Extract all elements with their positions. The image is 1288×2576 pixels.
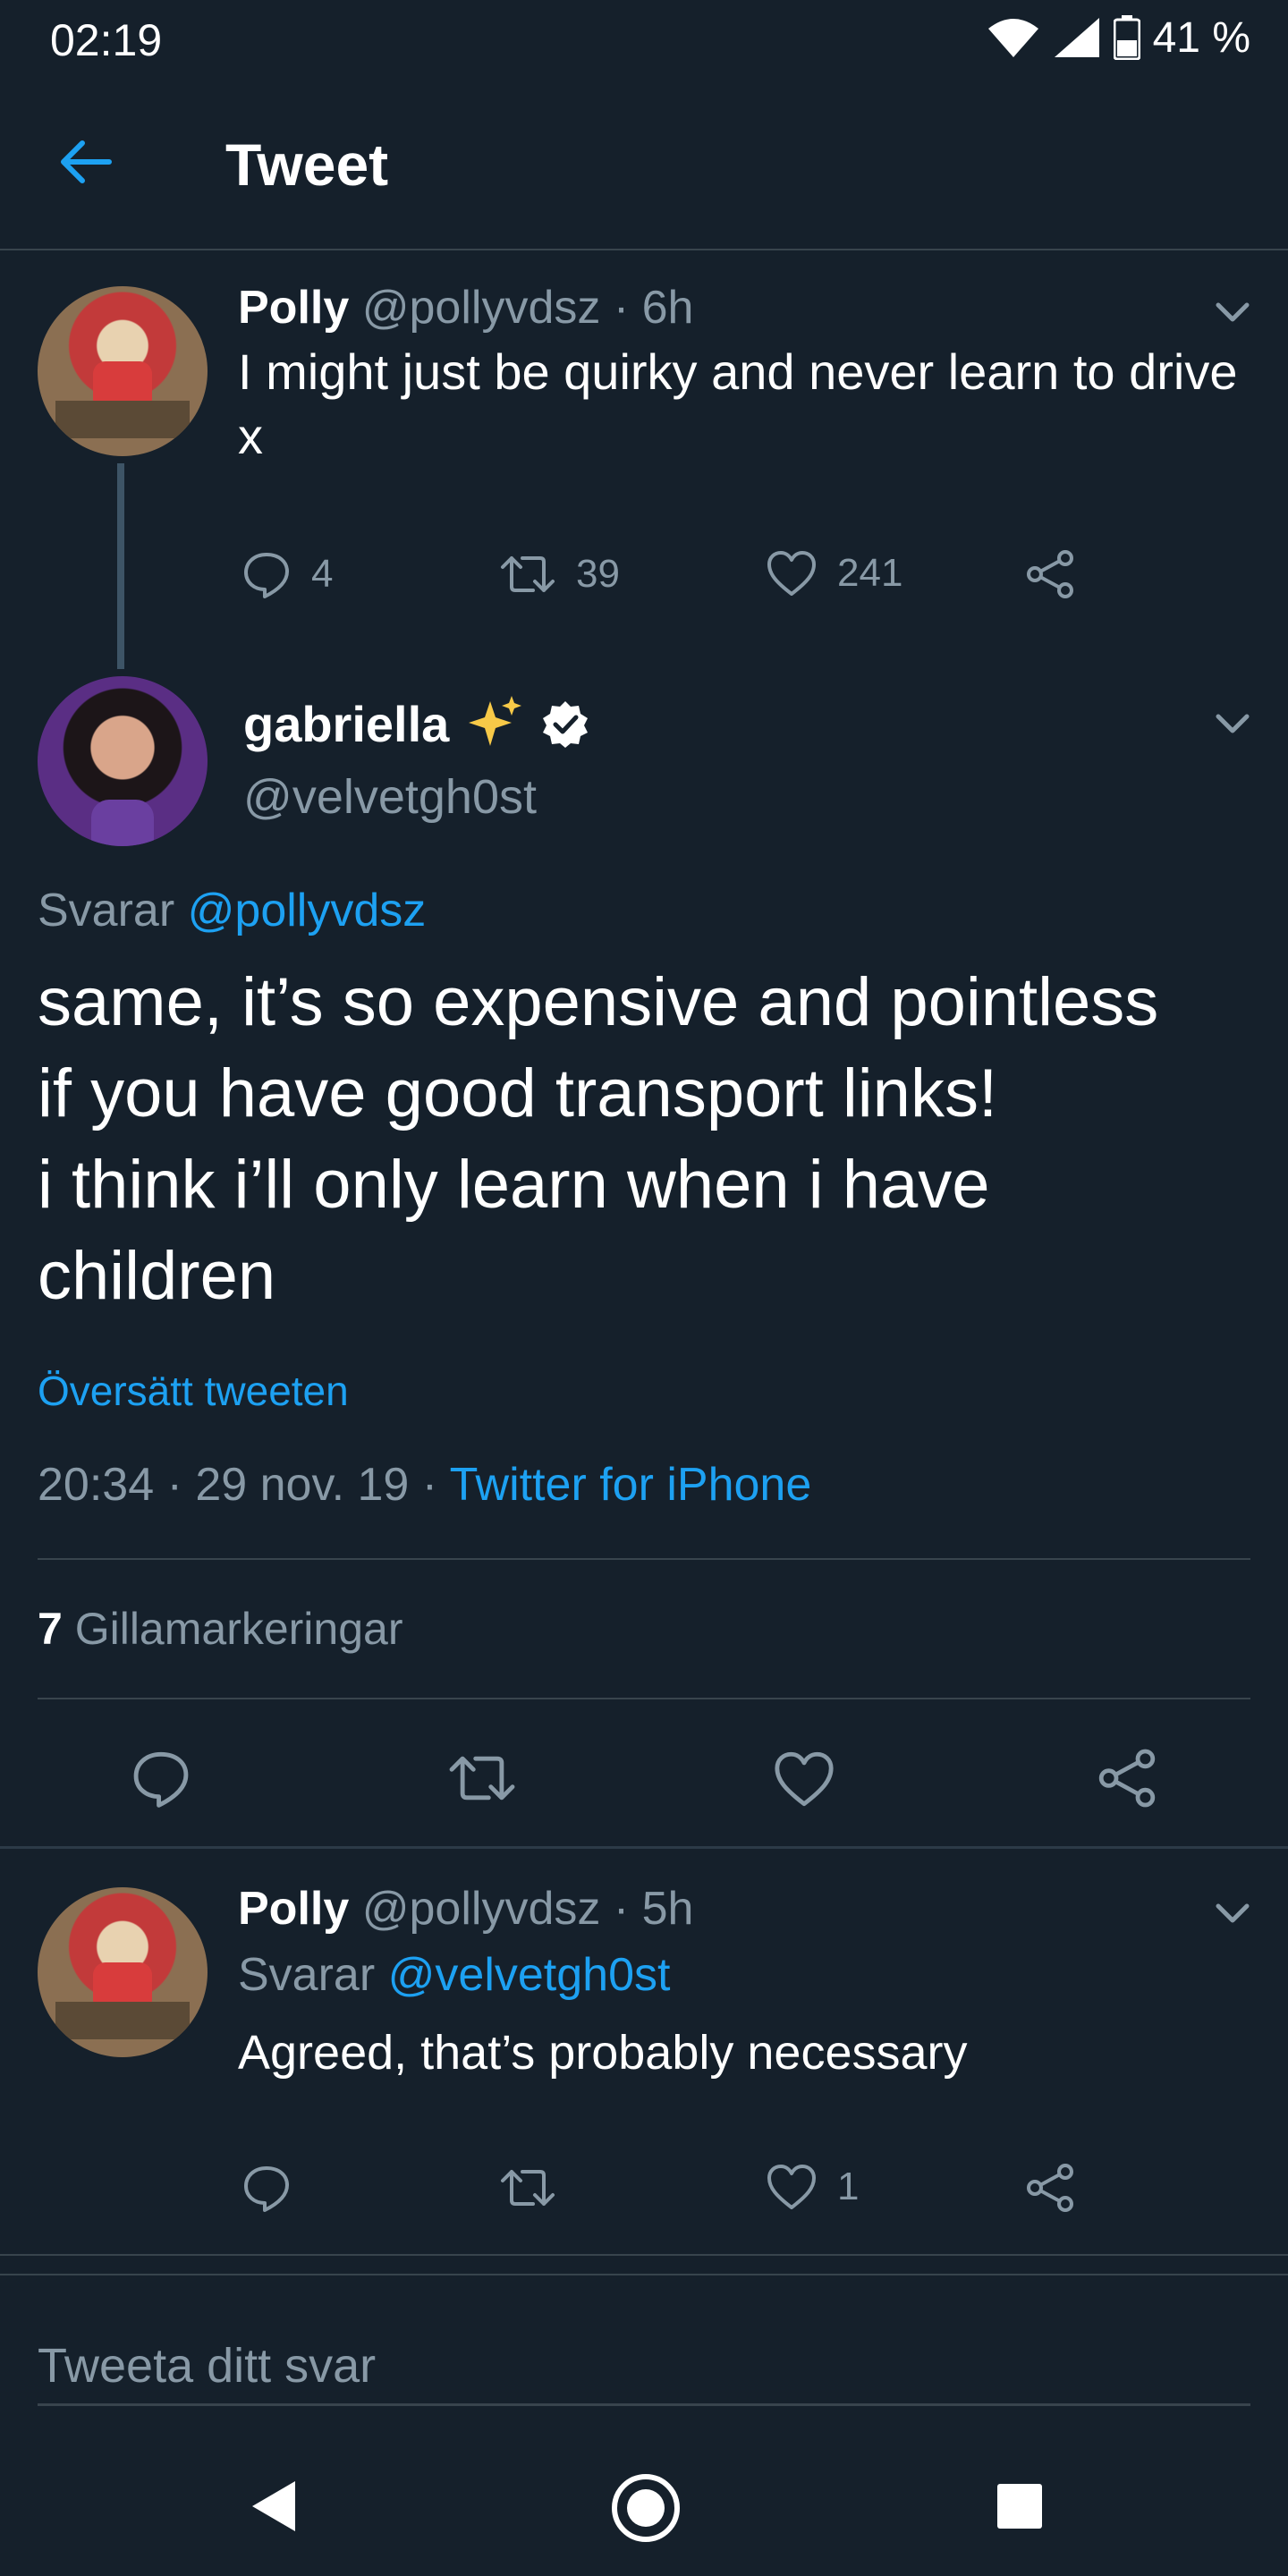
reply-count: 4	[311, 552, 334, 596]
tweet-timestamp: 20:34 · 29 nov. 19 · Twitter for iPhone	[38, 1458, 811, 1512]
status-icons: 41 %	[987, 13, 1250, 63]
wifi-icon	[987, 19, 1038, 57]
reply-icon	[244, 553, 289, 598]
tweet-text-line: same, it’s so expensive and pointless	[38, 964, 1159, 1040]
home-circle-icon[interactable]	[610, 2472, 682, 2544]
tweet-text: Agreed, that’s probably necessary	[238, 2026, 968, 2080]
signal-icon	[1054, 18, 1099, 57]
avatar[interactable]	[38, 286, 208, 456]
page-title: Tweet	[225, 131, 389, 198]
retweet-count: 39	[576, 552, 620, 596]
status-time: 02:19	[50, 15, 163, 65]
share-icon[interactable]	[1023, 2163, 1077, 2213]
reply-button[interactable]: 4	[242, 549, 333, 599]
like-button[interactable]: 241	[766, 549, 902, 597]
replying-to-link[interactable]: @pollyvdsz	[188, 885, 427, 936]
divider	[0, 2274, 1288, 2275]
timestamp: 20:34 · 29 nov. 19 ·	[38, 1459, 438, 1511]
sparkles-icon	[469, 696, 522, 746]
tweet-text-line: children	[38, 1238, 276, 1314]
avatar[interactable]	[38, 676, 208, 846]
author-meta: @pollyvdsz · 6h	[361, 282, 694, 334]
reply-icon[interactable]	[242, 2163, 292, 2213]
chevron-down-icon[interactable]	[1211, 1891, 1254, 1934]
divider	[0, 2254, 1288, 2256]
tweet-header: Polly @pollyvdsz · 6h	[238, 281, 693, 335]
tweet-text-line: i think i’ll only learn when i have	[38, 1147, 990, 1223]
divider	[0, 1846, 1288, 1849]
tweet-text-line: if you have good transport links!	[38, 1055, 998, 1131]
replying-to: Svarar @velvetgh0st	[238, 1948, 670, 2002]
heart-icon[interactable]	[773, 1750, 835, 1809]
tweet-text: same, it’s so expensive and pointless if…	[38, 957, 1272, 1322]
likes-label: Gillamarkeringar	[74, 1604, 403, 1654]
tweet-header: Polly @pollyvdsz · 5h	[238, 1882, 693, 1936]
like-count: 1	[837, 2165, 860, 2208]
retweet-icon	[501, 556, 555, 592]
main-tweet: gabriella @velvetgh0st Svarar @pollyvdsz…	[0, 664, 1288, 1844]
author-meta: @pollyvdsz · 5h	[361, 1883, 694, 1935]
back-triangle-icon[interactable]	[247, 2478, 301, 2535]
source-link[interactable]: Twitter for iPhone	[450, 1459, 812, 1511]
likes-count: 7	[38, 1604, 63, 1654]
back-arrow-icon[interactable]	[54, 131, 116, 193]
author-name: gabriella	[243, 695, 450, 752]
heart-icon	[767, 2165, 816, 2209]
retweet-icon[interactable]	[499, 2163, 556, 2213]
like-button[interactable]: 1	[766, 2163, 859, 2211]
tweet-text-line: I might just be quirky and never learn t…	[238, 343, 1238, 400]
chevron-down-icon[interactable]	[1211, 290, 1254, 333]
author-name[interactable]: Polly	[238, 1883, 349, 1935]
share-icon[interactable]	[1095, 1748, 1159, 1809]
author-name[interactable]: Polly	[238, 282, 349, 334]
parent-tweet[interactable]: Polly @pollyvdsz · 6h I might just be qu…	[0, 252, 1288, 669]
tweet-text-line: x	[238, 408, 263, 464]
avatar[interactable]	[38, 1887, 208, 2057]
system-nav-bar	[0, 2424, 1288, 2576]
replying-to-link[interactable]: @velvetgh0st	[388, 1949, 671, 2001]
share-icon[interactable]	[1023, 549, 1077, 599]
chevron-down-icon[interactable]	[1211, 701, 1254, 744]
recent-apps-square-icon[interactable]	[995, 2481, 1045, 2531]
thread-line	[117, 463, 124, 669]
status-bar: 02:19 41 %	[0, 0, 1288, 75]
retweet-button[interactable]: 39	[499, 549, 620, 599]
tweet-text: I might just be quirky and never learn t…	[238, 340, 1267, 469]
reply-icon[interactable]	[131, 1748, 191, 1809]
header: Tweet	[0, 75, 1288, 250]
author-handle: @velvetgh0st	[243, 770, 537, 824]
translate-link[interactable]: Översätt tweeten	[38, 1367, 349, 1415]
divider	[38, 1698, 1250, 1699]
battery-icon	[1113, 15, 1140, 60]
divider	[38, 1558, 1250, 1560]
reply-tweet[interactable]: Polly @pollyvdsz · 5h Svarar @velvetgh0s…	[0, 1850, 1288, 2252]
reply-composer-input[interactable]: Tweeta ditt svar	[38, 2317, 1250, 2406]
battery-percentage: 41 %	[1152, 13, 1250, 62]
retweet-icon[interactable]	[447, 1748, 517, 1809]
replying-label: Svarar	[238, 1949, 376, 2001]
verified-badge-icon	[543, 701, 589, 748]
like-count: 241	[837, 551, 903, 595]
heart-icon	[767, 551, 816, 596]
likes-summary[interactable]: 7 Gillamarkeringar	[38, 1603, 403, 1655]
replying-label: Svarar	[38, 885, 175, 936]
author-block[interactable]: gabriella @velvetgh0st	[243, 694, 590, 825]
replying-to: Svarar @pollyvdsz	[38, 884, 426, 937]
